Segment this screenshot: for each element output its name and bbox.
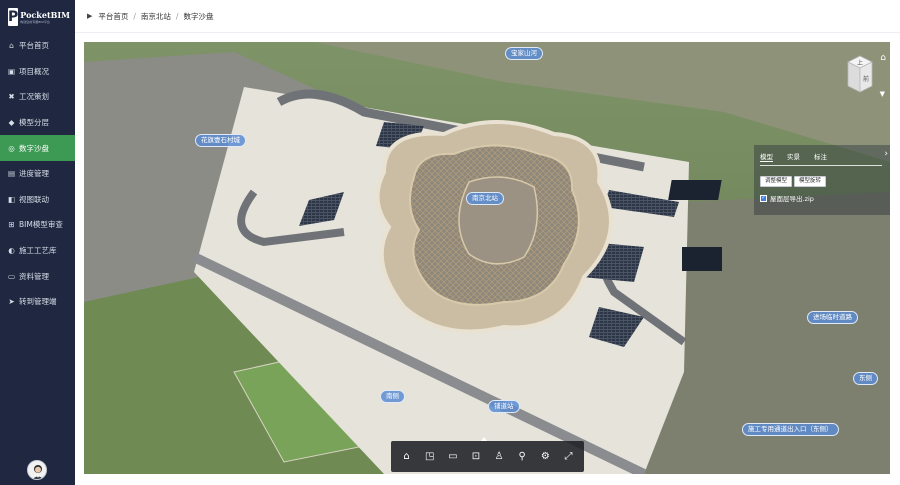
info-icon: ▣ <box>7 66 16 76</box>
sidebar-item-label: 施工工艺库 <box>19 246 57 256</box>
layers-icon: ◆ <box>8 118 15 128</box>
adjust-model-button[interactable]: 调整模型 <box>760 176 793 187</box>
sidebar-item-4[interactable]: ◎ 数字沙盘 <box>0 135 75 161</box>
view-link-icon: ◧ <box>7 194 16 204</box>
panel-divider <box>760 165 882 166</box>
ruler-icon[interactable]: ▭ <box>444 448 462 466</box>
sidebar-item-7[interactable]: ⊞ BIM模型审查 <box>0 212 75 238</box>
brand-name: PocketBIM <box>20 9 70 20</box>
solar-block-southeast <box>682 247 722 271</box>
tools-icon: ✖ <box>8 92 15 102</box>
logo-mark: P <box>8 8 19 26</box>
avatar-icon <box>32 465 44 479</box>
sidebar: P PocketBIM 构建您的专属BIM平台 ⌂ 平台首页 ▣ 项目概况 ✖ 工况策划 ◆… <box>0 0 75 485</box>
sidebar-item-2[interactable]: ✖ 工况策划 <box>0 84 75 110</box>
sidebar-item-label: BIM模型审查 <box>19 220 63 230</box>
map-label-6[interactable]: 铺道站 <box>488 400 520 413</box>
sidebar-item-label: 工况策划 <box>19 92 49 102</box>
sidebar-item-label: 转到管理端 <box>19 297 57 307</box>
breadcrumb-item-1[interactable]: 南京北站 <box>141 12 171 21</box>
locate-pin-icon[interactable]: ⚲ <box>513 448 531 466</box>
breadcrumb-item-0[interactable]: 平台首页 <box>98 12 128 21</box>
sidebar-item-label: 视图联动 <box>19 194 49 204</box>
home-tool-icon[interactable]: ⌂ <box>398 448 416 466</box>
breadcrumb: 平台首页 / 南京北站 / 数字沙盘 <box>98 11 213 22</box>
brand-tagline: 构建您的专属BIM平台 <box>20 19 50 24</box>
station-roof-core <box>458 176 539 265</box>
cube-top-face: 上 <box>857 59 863 67</box>
sidebar-item-label: 资料管理 <box>19 271 49 281</box>
sidebar-item-8[interactable]: ◐ 施工工艺库 <box>0 238 75 264</box>
sidebar-item-9[interactable]: ▭ 资料管理 <box>0 263 75 289</box>
solar-block-east <box>668 180 722 200</box>
sidebar-item-label: 项目概况 <box>19 66 49 76</box>
sandbox-3d-viewport[interactable]: 宝家山河花旗壹石村城南京北站进场临时道路东侧南侧铺道站施工专用通道出入口（东侧）… <box>84 42 890 474</box>
map-label-4[interactable]: 东侧 <box>853 372 878 385</box>
measure-area-icon[interactable]: ◳ <box>421 448 439 466</box>
map-label-7[interactable]: 施工专用通道出入口（东侧） <box>742 423 839 436</box>
reset-view-home-icon[interactable]: ⌂ <box>880 53 886 63</box>
home-icon: ⌂ <box>9 41 14 51</box>
sidebar-item-10[interactable]: ➤ 转到管理端 <box>0 289 75 315</box>
section-box-icon[interactable]: ⊡ <box>467 448 485 466</box>
map-label-2[interactable]: 南京北站 <box>466 192 504 205</box>
map-label-3[interactable]: 进场临时道路 <box>807 311 858 324</box>
model-review-icon: ⊞ <box>8 220 15 230</box>
craft-library-icon: ◐ <box>8 246 15 256</box>
sidebar-item-label: 数字沙盘 <box>19 143 49 153</box>
admin-switch-icon: ➤ <box>8 297 15 307</box>
collapse-chevron-down-icon[interactable]: ▼ <box>880 90 885 98</box>
breadcrumb-bar: ▶ 平台首页 / 南京北站 / 数字沙盘 <box>75 0 900 33</box>
layer-checkbox-row[interactable]: ✓ 屋面层导出.zip <box>760 193 814 203</box>
panel-tabs: 模型 实景 标注 <box>760 151 841 162</box>
settings-icon[interactable]: ⚙ <box>536 448 554 466</box>
rotate-model-button[interactable]: 模型旋转 <box>794 176 827 187</box>
cube-front-face: 前 <box>863 75 869 83</box>
map-label-5[interactable]: 南侧 <box>380 390 405 403</box>
sidebar-item-1[interactable]: ▣ 项目概况 <box>0 59 75 85</box>
person-icon[interactable]: ♙ <box>490 448 508 466</box>
user-avatar[interactable] <box>27 460 47 480</box>
panel-tab-2[interactable]: 标注 <box>814 151 827 162</box>
breadcrumb-separator: / <box>133 11 136 21</box>
panel-tab-1[interactable]: 实景 <box>787 151 800 162</box>
sidebar-item-label: 进度管理 <box>19 169 49 179</box>
toolbar-expand-caret-icon[interactable] <box>481 437 487 441</box>
sidebar-item-label: 平台首页 <box>19 41 49 51</box>
sidebar-menu: ⌂ 平台首页 ▣ 项目概况 ✖ 工况策划 ◆ 模型分层 ◎ 数字沙盘 ▤ 进度管理 ◧ 视图联动 ⊞ BIM模… <box>0 33 75 315</box>
sidebar-toggle-icon[interactable]: ▶ <box>87 12 92 20</box>
sidebar-item-6[interactable]: ◧ 视图联动 <box>0 187 75 213</box>
folder-icon: ▭ <box>7 271 16 281</box>
progress-icon: ▤ <box>7 169 16 179</box>
breadcrumb-separator: / <box>175 11 179 21</box>
sidebar-item-label: 模型分层 <box>19 118 49 128</box>
breadcrumb-item-2: 数字沙盘 <box>183 11 214 21</box>
layer-panel: 模型 实景 标注 › 调整模型 模型旋转 ✓ 屋面层导出.zip <box>754 145 890 215</box>
view-cube-icon: 上 前 <box>847 55 873 93</box>
fullscreen-icon[interactable]: ⤢ <box>559 448 577 466</box>
layer-checkbox-label: 屋面层导出.zip <box>770 195 814 203</box>
sandbox-icon: ◎ <box>8 143 15 153</box>
panel-tab-0[interactable]: 模型 <box>760 151 773 162</box>
map-label-0[interactable]: 宝家山河 <box>505 47 543 60</box>
view-cube[interactable]: 上 前 <box>846 54 874 96</box>
layer-checkbox[interactable]: ✓ <box>760 194 767 202</box>
logo-text: PocketBIM 构建您的专属BIM平台 <box>20 9 70 24</box>
logo: P PocketBIM 构建您的专属BIM平台 <box>8 6 70 28</box>
sidebar-item-3[interactable]: ◆ 模型分层 <box>0 110 75 136</box>
map-label-1[interactable]: 花旗壹石村城 <box>195 134 246 147</box>
sidebar-item-5[interactable]: ▤ 进度管理 <box>0 161 75 187</box>
app-root: P PocketBIM 构建您的专属BIM平台 ⌂ 平台首页 ▣ 项目概况 ✖ 工况策划 ◆… <box>0 0 900 485</box>
aerial-scene <box>84 42 890 474</box>
viewer-toolbar: ⌂ ◳ ▭ ⊡ ♙ ⚲ ⚙ ⤢ <box>391 437 584 472</box>
panel-chevron-right-icon[interactable]: › <box>884 149 888 159</box>
sidebar-item-0[interactable]: ⌂ 平台首页 <box>0 33 75 59</box>
